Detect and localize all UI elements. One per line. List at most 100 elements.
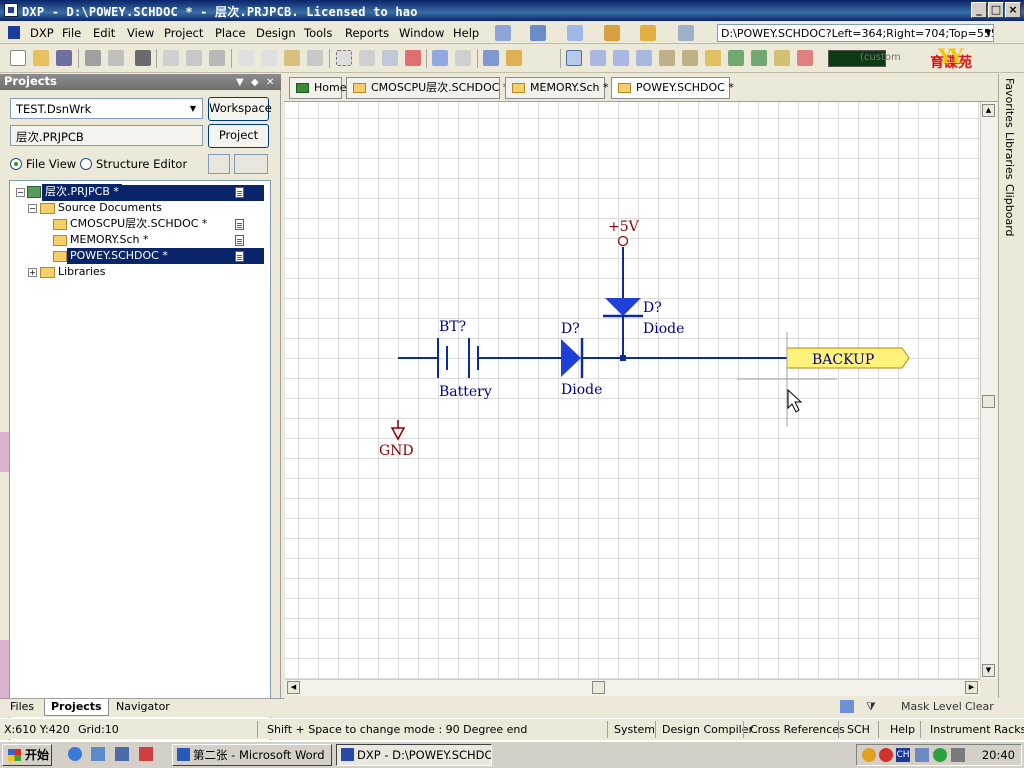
collapse-root-icon[interactable]: − bbox=[16, 188, 25, 197]
tray-icon-volume[interactable] bbox=[951, 748, 965, 762]
place-gnd-icon[interactable] bbox=[659, 50, 675, 66]
copy-icon[interactable] bbox=[261, 50, 277, 66]
place-sheet-entry-icon[interactable] bbox=[751, 50, 767, 66]
side-tab-favorites[interactable]: Favorites bbox=[1003, 78, 1016, 128]
cross-references-button[interactable]: Cross References bbox=[750, 723, 845, 736]
deselect-icon[interactable] bbox=[405, 50, 421, 66]
menu-design[interactable]: Design bbox=[256, 26, 296, 40]
place-port-icon[interactable] bbox=[774, 50, 790, 66]
tree-item-memory[interactable]: MEMORY.Sch * bbox=[67, 232, 152, 248]
tab-cmoscpu[interactable]: CMOSCPU层次.SCHDOC * bbox=[346, 77, 508, 99]
tree-item-cmoscpu[interactable]: CMOSCPU层次.SCHDOC * bbox=[67, 216, 210, 232]
show-desktop-icon[interactable] bbox=[115, 747, 129, 761]
cut-icon[interactable] bbox=[238, 50, 254, 66]
power-tool-icon[interactable] bbox=[567, 25, 583, 41]
panel-close-icon[interactable]: ✕ bbox=[266, 75, 274, 90]
task-dxp[interactable]: DXP - D:\POWEY.SCHDO... bbox=[336, 744, 492, 766]
tab-home[interactable]: Home bbox=[289, 77, 346, 99]
paste-icon[interactable] bbox=[284, 50, 300, 66]
menu-project[interactable]: Project bbox=[164, 26, 203, 40]
place-wire-icon[interactable] bbox=[566, 50, 582, 66]
layers-icon[interactable] bbox=[135, 50, 151, 66]
tray-icon-network[interactable] bbox=[933, 748, 947, 762]
tray-icon-2[interactable] bbox=[879, 748, 893, 762]
zoom-fit-icon[interactable] bbox=[163, 50, 179, 66]
menu-view[interactable]: View bbox=[127, 26, 154, 40]
scroll-up-icon[interactable]: ▲ bbox=[982, 104, 995, 117]
open-icon[interactable] bbox=[33, 50, 49, 66]
menu-reports[interactable]: Reports bbox=[345, 26, 389, 40]
panel-tab-projects[interactable]: Projects bbox=[44, 699, 109, 716]
place-sheet-symbol-icon[interactable] bbox=[728, 50, 744, 66]
horizontal-scroll-thumb[interactable] bbox=[592, 681, 605, 694]
menu-window[interactable]: Window bbox=[399, 26, 444, 40]
mask-level-button[interactable]: Mask Level bbox=[901, 700, 962, 713]
panel-tab-files[interactable]: Files bbox=[4, 699, 40, 716]
place-net-label-icon[interactable] bbox=[636, 50, 652, 66]
tree-item-powey[interactable]: POWEY.SCHDOC * bbox=[67, 248, 171, 264]
bus-tool-icon[interactable] bbox=[530, 25, 546, 41]
filter-icon[interactable]: ⧩ bbox=[866, 700, 876, 714]
tree-item-source-documents[interactable]: Source Documents bbox=[55, 200, 165, 216]
minimize-button[interactable]: _ bbox=[971, 2, 987, 18]
task-word[interactable]: 第二张 - Microsoft Word bbox=[172, 744, 332, 766]
address-field[interactable]: D:\POWEY.SCHDOC?Left=364;Right=704;Top=5… bbox=[717, 24, 994, 42]
workspace-button[interactable]: Workspace bbox=[208, 97, 272, 121]
vertical-scrollbar[interactable]: ▲ ▼ bbox=[980, 102, 997, 679]
menu-edit[interactable]: Edit bbox=[93, 26, 115, 40]
schematic-canvas[interactable]: +5V D? Diode BT? Battery D? Diode BACKUP bbox=[285, 102, 980, 679]
print-icon[interactable] bbox=[85, 50, 101, 66]
highlight-pen-icon[interactable] bbox=[840, 700, 854, 713]
side-tab-libraries[interactable]: Libraries bbox=[1003, 132, 1016, 180]
scroll-left-icon[interactable]: ◀ bbox=[287, 681, 300, 694]
design-compiler-button[interactable]: Design Compiler bbox=[662, 723, 753, 736]
structure-editor-radio[interactable] bbox=[80, 158, 92, 170]
side-tab-clipboard[interactable]: Clipboard bbox=[1003, 184, 1016, 237]
redo-icon[interactable] bbox=[455, 50, 471, 66]
place-part-icon[interactable] bbox=[705, 50, 721, 66]
system-button[interactable]: System bbox=[614, 723, 655, 736]
menu-place[interactable]: Place bbox=[215, 26, 246, 40]
hierarchy-icon[interactable] bbox=[483, 50, 499, 66]
project-button[interactable]: Project bbox=[208, 124, 269, 148]
panel-menu-icon[interactable]: ▼ bbox=[236, 75, 244, 90]
tree-item-project[interactable]: 层次.PRJPCB * bbox=[42, 184, 122, 200]
place-bus-entry-icon[interactable] bbox=[613, 50, 629, 66]
vertical-scroll-thumb[interactable] bbox=[982, 395, 995, 408]
save-icon[interactable] bbox=[56, 50, 72, 66]
clear-button[interactable]: Clear bbox=[965, 700, 994, 713]
project-field[interactable]: 层次.PRJPCB bbox=[10, 125, 203, 146]
collapse-source-icon[interactable]: − bbox=[28, 204, 37, 213]
close-button[interactable]: × bbox=[1005, 2, 1021, 18]
ie-quicklaunch-icon[interactable] bbox=[68, 747, 82, 761]
menu-help[interactable]: Help bbox=[453, 26, 479, 40]
tray-icon-keyboard[interactable] bbox=[915, 748, 929, 762]
start-button[interactable]: 开始 bbox=[2, 744, 52, 766]
workspace-dropdown[interactable]: TEST.DsnWrk ▼ bbox=[10, 98, 203, 119]
zoom-area-icon[interactable] bbox=[186, 50, 202, 66]
instrument-racks-button[interactable]: Instrument Racks bbox=[930, 723, 1024, 736]
quicklaunch-icon-2[interactable] bbox=[91, 747, 105, 761]
zoom-selected-icon[interactable] bbox=[209, 50, 225, 66]
quicklaunch-icon-4[interactable] bbox=[139, 747, 153, 761]
tab-powey[interactable]: POWEY.SCHDOC * bbox=[611, 77, 734, 99]
wiring-tool-icon[interactable] bbox=[495, 25, 511, 41]
part-tool-icon[interactable] bbox=[604, 25, 620, 41]
shape-tool-icon[interactable] bbox=[640, 25, 656, 41]
ime-indicator[interactable]: CH bbox=[896, 748, 910, 762]
menu-file[interactable]: File bbox=[62, 26, 81, 40]
move-icon[interactable] bbox=[359, 50, 375, 66]
select-all-icon[interactable] bbox=[382, 50, 398, 66]
print-preview-icon[interactable] bbox=[108, 50, 124, 66]
cross-probe-icon[interactable] bbox=[506, 50, 522, 66]
sch-button[interactable]: SCH bbox=[847, 723, 870, 736]
help-button[interactable]: Help bbox=[890, 723, 915, 736]
grid-tool-icon[interactable] bbox=[678, 25, 694, 41]
scroll-right-icon[interactable]: ▶ bbox=[965, 681, 978, 694]
scroll-down-icon[interactable]: ▼ bbox=[982, 664, 995, 677]
tray-icon-1[interactable] bbox=[862, 748, 876, 762]
no-erc-icon[interactable] bbox=[797, 50, 813, 66]
address-dropdown-icon[interactable]: ▼ bbox=[985, 28, 991, 37]
select-area-icon[interactable] bbox=[336, 50, 352, 66]
custom-color-dropdown[interactable]: (custom bbox=[858, 50, 908, 67]
